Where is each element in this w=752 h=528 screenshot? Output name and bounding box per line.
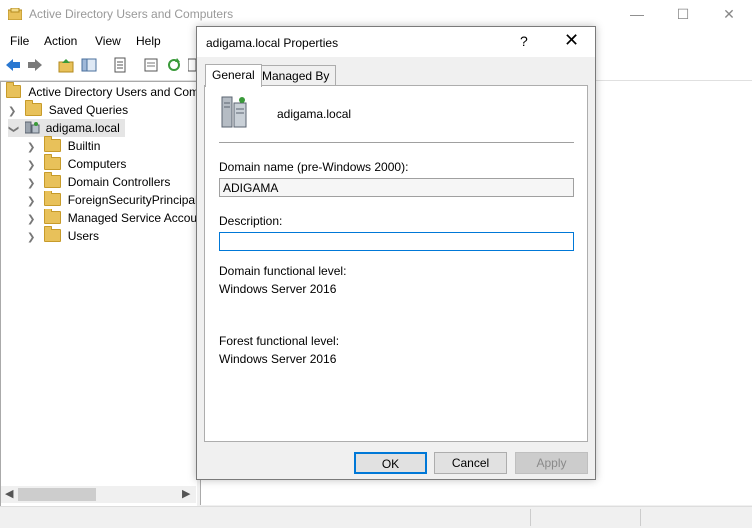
chevron-right-icon[interactable]: ❯ xyxy=(27,229,37,247)
tree-item-label: Managed Service Accounts xyxy=(67,211,196,225)
scrollbar-thumb[interactable] xyxy=(18,488,96,501)
tree-item-users[interactable]: ❯ Users xyxy=(27,226,100,247)
tree-item-saved-queries[interactable]: ❯ Saved Queries xyxy=(8,100,129,119)
properties-dialog: adigama.local Properties ? ✕ General Man… xyxy=(196,26,596,480)
tree-item-managed-service-accounts[interactable]: ❯ Managed Service Accounts xyxy=(27,209,196,227)
tree-item-domain[interactable]: ❯ adigama.local xyxy=(8,119,125,137)
maximize-button[interactable]: ☐ xyxy=(660,0,706,30)
scroll-left-icon[interactable]: ◀ xyxy=(5,487,13,500)
forest-functional-level-label: Forest functional level: xyxy=(219,334,340,348)
ou-folder-icon xyxy=(44,172,62,188)
close-window-button[interactable]: ✕ xyxy=(706,0,752,30)
tree-item-builtin[interactable]: ❯ Builtin xyxy=(27,136,101,155)
domain-functional-level-label: Domain functional level: xyxy=(219,264,347,278)
show-tree-icon[interactable] xyxy=(81,57,97,73)
tree-item-label: Saved Queries xyxy=(48,103,129,117)
dialog-help-button[interactable]: ? xyxy=(520,33,528,49)
chevron-right-icon[interactable]: ❯ xyxy=(27,193,37,209)
general-tab-panel: adigama.local Domain name (pre-Windows 2… xyxy=(204,85,588,442)
tree-item-label: Users xyxy=(67,229,100,243)
tab-general[interactable]: General xyxy=(205,64,262,87)
status-divider xyxy=(640,509,641,526)
status-bar xyxy=(0,506,752,528)
separator xyxy=(219,142,574,143)
description-label: Description: xyxy=(219,214,283,228)
folder-icon xyxy=(44,136,62,152)
folder-icon xyxy=(44,209,62,224)
tab-managed-by[interactable]: Managed By xyxy=(255,65,337,86)
domain-large-icon xyxy=(220,95,250,132)
folder-icon xyxy=(44,226,62,242)
tree-item-foreign-security-principals[interactable]: ❯ ForeignSecurityPrincipals xyxy=(27,191,196,209)
refresh-icon[interactable] xyxy=(166,57,182,73)
tree-item-label: Domain Controllers xyxy=(67,175,171,189)
scroll-right-icon[interactable]: ▶ xyxy=(182,487,190,500)
tree-item-label: adigama.local xyxy=(45,121,120,135)
forest-functional-level-value: Windows Server 2016 xyxy=(219,352,337,366)
cancel-button[interactable]: Cancel xyxy=(434,452,507,474)
export-list-icon[interactable] xyxy=(143,57,159,73)
domain-name-field[interactable]: ADIGAMA xyxy=(219,178,574,197)
horizontal-scrollbar[interactable]: ◀ ▶ xyxy=(1,486,196,503)
ok-button[interactable]: OK xyxy=(354,452,427,474)
apply-button[interactable]: Apply xyxy=(515,452,588,474)
tree-root-label: Active Directory Users and Com xyxy=(28,85,200,99)
description-field[interactable] xyxy=(219,232,574,251)
menu-file[interactable]: File xyxy=(10,34,29,48)
folder-icon xyxy=(44,154,62,170)
forward-arrow-icon[interactable] xyxy=(27,57,43,73)
menu-help[interactable]: Help xyxy=(136,34,161,48)
tree-item-label: Computers xyxy=(67,157,127,171)
minimize-button[interactable]: — xyxy=(614,0,660,30)
tree-item-computers[interactable]: ❯ Computers xyxy=(27,154,127,173)
menu-view[interactable]: View xyxy=(95,34,121,48)
chevron-down-icon[interactable]: ❯ xyxy=(4,125,22,135)
properties-icon[interactable] xyxy=(112,57,128,73)
folder-icon xyxy=(25,100,43,116)
tree-item-domain-controllers[interactable]: ❯ Domain Controllers xyxy=(27,172,171,191)
domain-name-label: Domain name (pre-Windows 2000): xyxy=(219,160,409,174)
tree-root[interactable]: Active Directory Users and Com xyxy=(6,82,200,101)
domain-functional-level-value: Windows Server 2016 xyxy=(219,282,337,296)
tree-item-label: Builtin xyxy=(67,139,101,153)
menu-action[interactable]: Action xyxy=(44,34,77,48)
up-folder-icon[interactable] xyxy=(58,57,74,73)
aduc-icon xyxy=(6,82,21,98)
tree-item-label: ForeignSecurityPrincipals xyxy=(67,193,196,207)
dialog-title: adigama.local Properties xyxy=(206,36,339,50)
app-icon xyxy=(7,7,23,21)
back-arrow-icon[interactable] xyxy=(5,57,21,73)
domain-display-name: adigama.local xyxy=(277,107,352,121)
status-divider xyxy=(530,509,531,526)
chevron-right-icon[interactable]: ❯ xyxy=(27,211,37,227)
dialog-close-button[interactable]: ✕ xyxy=(564,30,579,51)
window-title: Active Directory Users and Computers xyxy=(29,7,234,21)
folder-icon xyxy=(44,191,62,206)
